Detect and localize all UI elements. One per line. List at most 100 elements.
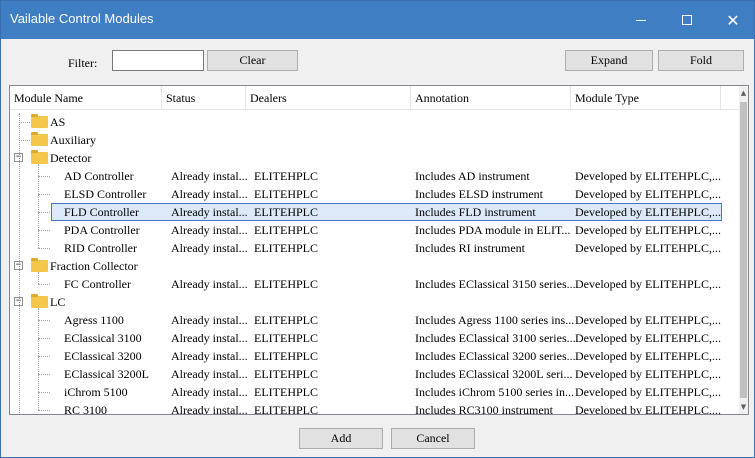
tree-guide-line	[38, 308, 39, 410]
tree-connector	[38, 248, 50, 249]
tree-connector	[38, 320, 50, 321]
status-cell: Already instal...	[171, 169, 248, 183]
tree-root-line	[19, 113, 20, 414]
tree-item-row[interactable]: EClassical 3100 Already instal... ELITEHPL…	[10, 329, 740, 347]
module-name-cell: RC 3100	[64, 403, 108, 415]
minimize-button[interactable]	[618, 1, 664, 39]
column-header-module-type[interactable]: Module Type	[571, 86, 721, 110]
folder-icon	[31, 132, 48, 146]
scroll-thumb[interactable]	[740, 102, 747, 398]
grid-header: Module Name Status Dealers Annotation Mo…	[10, 86, 740, 110]
tree-connector	[19, 122, 30, 123]
close-button[interactable]: ✕	[710, 1, 755, 39]
annotation-cell: Includes iChrom 5100 series in...	[415, 385, 574, 399]
folder-icon	[31, 114, 48, 128]
column-header-module-name[interactable]: Module Name	[10, 86, 162, 110]
clear-button[interactable]: Clear	[207, 50, 298, 71]
module-type-cell: Developed by ELITEHPLC,...	[575, 349, 721, 363]
column-header-status[interactable]: Status	[162, 86, 246, 110]
filter-input[interactable]	[112, 50, 204, 71]
tree-connector	[38, 338, 50, 339]
module-type-cell: Developed by ELITEHPLC,...	[575, 169, 721, 183]
tree-item-row[interactable]: EClassical 3200L Already instal... ELITEHP…	[10, 365, 740, 383]
tree-item-row[interactable]: AD Controller Already instal... ELITEHPLC I…	[10, 167, 740, 185]
module-tree-grid[interactable]: Module Name Status Dealers Annotation Mo…	[9, 85, 749, 415]
title-bar[interactable]: Vailable Control Modules ✕	[1, 1, 754, 39]
maximize-icon	[682, 15, 692, 25]
tree-connector	[38, 176, 50, 177]
module-name-cell: Agress 1100	[64, 313, 124, 327]
column-header-filler	[721, 86, 740, 110]
status-cell: Already instal...	[171, 331, 248, 345]
module-name-cell: EClassical 3100	[64, 331, 142, 345]
filter-label: Filter:	[68, 56, 98, 70]
module-name-cell: PDA Controller	[64, 223, 140, 237]
tree-connector	[38, 284, 50, 285]
dealer-cell: ELITEHPLC	[254, 169, 318, 183]
tree-group-row[interactable]: − Fraction Collector	[10, 257, 740, 275]
dealer-cell: ELITEHPLC	[254, 331, 318, 345]
tree-group-row[interactable]: − Detector	[10, 149, 740, 167]
tree-group-row[interactable]: Auxiliary	[10, 131, 740, 149]
module-name-cell: FLD Controller	[64, 205, 139, 219]
module-type-cell: Developed by ELITEHPLC,...	[575, 313, 721, 327]
window-title: Vailable Control Modules	[10, 11, 154, 26]
module-name-cell: EClassical 3200L	[64, 367, 149, 381]
tree-item-row[interactable]: RID Controller Already instal... ELITEHPLC…	[10, 239, 740, 257]
module-type-cell: Developed by ELITEHPLC,...	[575, 241, 721, 255]
annotation-cell: Includes RI instrument	[415, 241, 525, 255]
tree-group-label: Detector	[50, 151, 92, 165]
module-type-cell: Developed by ELITEHPLC,...	[575, 187, 721, 201]
dealer-cell: ELITEHPLC	[254, 187, 318, 201]
tree-connector	[19, 140, 30, 141]
column-header-annotation[interactable]: Annotation	[411, 86, 571, 110]
minimize-icon	[636, 19, 646, 21]
status-cell: Already instal...	[171, 241, 248, 255]
tree-group-row[interactable]: AS	[10, 113, 740, 131]
tree-connector	[38, 230, 50, 231]
cancel-button[interactable]: Cancel	[391, 428, 475, 449]
status-cell: Already instal...	[171, 313, 248, 327]
status-cell: Already instal...	[171, 403, 248, 415]
expand-button[interactable]: Expand	[565, 50, 653, 71]
add-button[interactable]: Add	[299, 428, 383, 449]
tree-item-row[interactable]: ELSD Controller Already instal... ELITEHPL…	[10, 185, 740, 203]
fold-button[interactable]: Fold	[658, 50, 744, 71]
module-name-cell: FC Controller	[64, 277, 132, 291]
module-type-cell: Developed by ELITEHPLC,...	[575, 367, 721, 381]
tree-connector	[38, 392, 50, 393]
annotation-cell: Includes EClassical 3150 series...	[415, 277, 575, 291]
tree-item-row[interactable]: PDA Controller Already instal... ELITEHPLC…	[10, 221, 740, 239]
module-name-cell: AD Controller	[64, 169, 134, 183]
status-cell: Already instal...	[171, 385, 248, 399]
tree-item-row[interactable]: FC Controller Already instal... ELITEHPLC I…	[10, 275, 740, 293]
vertical-scrollbar[interactable]: ▲ ▼	[739, 86, 748, 414]
status-cell: Already instal...	[171, 205, 248, 219]
scroll-down-icon[interactable]: ▼	[739, 400, 748, 414]
tree-item-row[interactable]: Agress 1100 Already instal... ELITEHPLC Inc…	[10, 311, 740, 329]
maximize-button[interactable]	[664, 1, 710, 39]
column-header-dealers[interactable]: Dealers	[246, 86, 411, 110]
tree-group-label: Auxiliary	[50, 133, 96, 147]
tree-item-row[interactable]: FLD Controller Already instal... ELITEHPLC…	[10, 203, 740, 221]
annotation-cell: Includes EClassical 3100 series...	[415, 331, 575, 345]
module-name-cell: EClassical 3200	[64, 349, 142, 363]
tree-item-row[interactable]: EClassical 3200 Already instal... ELITEHPL…	[10, 347, 740, 365]
annotation-cell: Includes RC3100 instrument	[415, 403, 553, 415]
scroll-up-icon[interactable]: ▲	[739, 86, 748, 100]
annotation-cell: Includes FLD instrument	[415, 205, 536, 219]
module-type-cell: Developed by ELITEHPLC,...	[575, 205, 721, 219]
tree-group-label: AS	[50, 115, 66, 129]
tree-item-row[interactable]: iChrom 5100 Already instal... ELITEHPLC Inc…	[10, 383, 740, 401]
tree-group-row[interactable]: − LC	[10, 293, 740, 311]
status-cell: Already instal...	[171, 349, 248, 363]
dealer-cell: ELITEHPLC	[254, 277, 318, 291]
module-name-cell: RID Controller	[64, 241, 137, 255]
dialog-window: Vailable Control Modules ✕ Filter: Clear…	[0, 0, 755, 458]
tree-item-row[interactable]: RC 3100 Already instal... ELITEHPLC Include…	[10, 401, 740, 415]
annotation-cell: Includes ELSD instrument	[415, 187, 543, 201]
module-type-cell: Developed by ELITEHPLC,...	[575, 385, 721, 399]
module-name-cell: iChrom 5100	[64, 385, 128, 399]
module-type-cell: Developed by ELITEHPLC,...	[575, 277, 721, 291]
annotation-cell: Includes Agress 1100 series ins...	[415, 313, 575, 327]
